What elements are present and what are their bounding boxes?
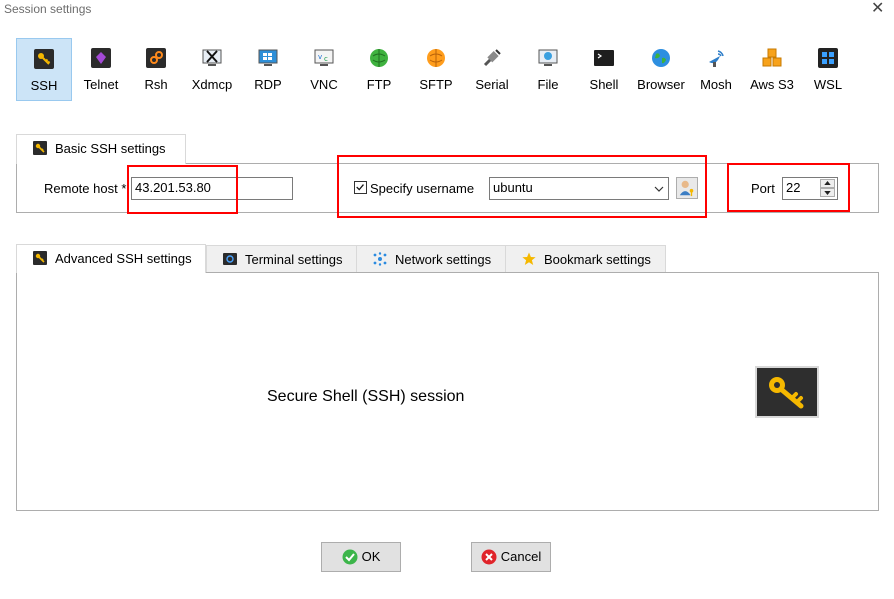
session-type-serial[interactable]: Serial (466, 38, 518, 101)
session-type-mosh[interactable]: Mosh (692, 38, 740, 101)
session-type-label: Xdmcp (191, 77, 233, 92)
file-icon (538, 49, 558, 66)
vnc-icon: v c (314, 49, 334, 66)
window-title: Session settings (4, 2, 92, 16)
wsl-icon (818, 48, 838, 68)
user-key-icon (679, 180, 694, 197)
username-value: ubuntu (493, 180, 533, 195)
tab-label: Network settings (395, 252, 492, 267)
remote-host-label: Remote host * (44, 181, 127, 196)
tab-basic-ssh-settings[interactable]: Basic SSH settings (16, 134, 186, 164)
session-type-label: Telnet (83, 77, 119, 92)
port-input[interactable]: 22 (782, 177, 838, 200)
checkmark-icon (356, 184, 364, 191)
ftp-icon (370, 49, 388, 67)
check-circle-icon (342, 549, 358, 565)
session-type-label: VNC (310, 77, 338, 92)
session-type-label: RDP (254, 77, 282, 92)
key-icon (33, 141, 47, 155)
aws-s3-icon (762, 48, 782, 67)
session-type-sftp[interactable]: SFTP (408, 38, 464, 101)
session-type-wsl[interactable]: WSL (804, 38, 852, 101)
mosh-icon (709, 50, 724, 67)
session-type-file[interactable]: File (520, 38, 576, 101)
session-type-label: Aws S3 (750, 77, 794, 92)
username-select[interactable]: ubuntu (489, 177, 669, 200)
user-credentials-button[interactable] (676, 177, 698, 199)
cancel-circle-icon (481, 549, 497, 565)
svg-text:v: v (318, 53, 322, 61)
xdmcp-icon (202, 49, 222, 66)
ok-button[interactable]: OK (321, 542, 401, 572)
key-icon (33, 251, 47, 265)
tab-label: Bookmark settings (544, 252, 651, 267)
session-type-rsh[interactable]: Rsh (130, 38, 182, 101)
sftp-icon (427, 49, 445, 67)
tab-advanced-ssh-settings[interactable]: Advanced SSH settings (16, 244, 206, 273)
session-type-shell[interactable]: Shell (578, 38, 630, 101)
telnet-icon (91, 48, 111, 68)
session-type-label: Shell (589, 77, 619, 92)
rdp-icon (258, 49, 278, 66)
ssh-key-icon (755, 366, 819, 418)
session-type-label: Rsh (144, 77, 168, 92)
session-type-label: Serial (475, 77, 509, 92)
session-type-vnc[interactable]: v c VNC (296, 38, 352, 101)
specify-username-label: Specify username (370, 181, 475, 196)
close-icon[interactable]: ✕ (871, 1, 884, 17)
session-description-panel: Secure Shell (SSH) session (16, 272, 879, 511)
specify-username-checkbox[interactable] (354, 181, 367, 194)
tab-label: Terminal settings (245, 252, 343, 267)
port-increment-button[interactable] (820, 179, 835, 188)
remote-host-input[interactable]: 43.201.53.80 (131, 177, 293, 200)
ssh-key-icon (34, 49, 54, 69)
session-type-telnet[interactable]: Telnet (74, 38, 128, 101)
ok-label: OK (361, 549, 381, 564)
star-icon (522, 252, 536, 265)
serial-icon (483, 49, 501, 67)
session-type-ftp[interactable]: FTP (354, 38, 404, 101)
chevron-down-icon (654, 186, 664, 192)
session-type-xdmcp[interactable]: Xdmcp (184, 38, 240, 101)
port-value: 22 (786, 180, 801, 195)
port-label: Port (751, 181, 775, 196)
rsh-icon (146, 48, 166, 68)
session-type-label: File (537, 77, 559, 92)
session-type-label: SFTP (419, 77, 453, 92)
cancel-button[interactable]: Cancel (471, 542, 551, 572)
tab-label: Advanced SSH settings (55, 251, 192, 266)
session-type-label: Browser (637, 77, 685, 92)
tab-network-settings[interactable]: Network settings (356, 245, 506, 272)
session-type-rdp[interactable]: RDP (242, 38, 294, 101)
browser-icon (652, 49, 670, 67)
tab-bookmark-settings[interactable]: Bookmark settings (505, 245, 666, 272)
tab-terminal-settings[interactable]: Terminal settings (206, 245, 358, 272)
terminal-icon (223, 253, 237, 265)
svg-text:c: c (324, 55, 328, 63)
tab-label: Basic SSH settings (55, 141, 166, 156)
arrow-down-icon (824, 191, 831, 195)
session-type-label: SSH (30, 78, 58, 93)
network-icon (373, 252, 387, 266)
cancel-label: Cancel (500, 549, 542, 564)
session-type-ssh[interactable]: SSH (16, 38, 72, 101)
session-description: Secure Shell (SSH) session (267, 388, 465, 405)
session-type-browser[interactable]: Browser (632, 38, 690, 101)
port-decrement-button[interactable] (820, 188, 835, 197)
session-type-aws-s3[interactable]: Aws S3 (742, 38, 802, 101)
shell-icon (594, 50, 614, 66)
session-type-label: WSL (813, 77, 843, 92)
session-type-label: FTP (366, 77, 392, 92)
required-marker: * (121, 181, 127, 196)
session-type-label: Mosh (700, 77, 732, 92)
arrow-up-icon (824, 181, 831, 185)
